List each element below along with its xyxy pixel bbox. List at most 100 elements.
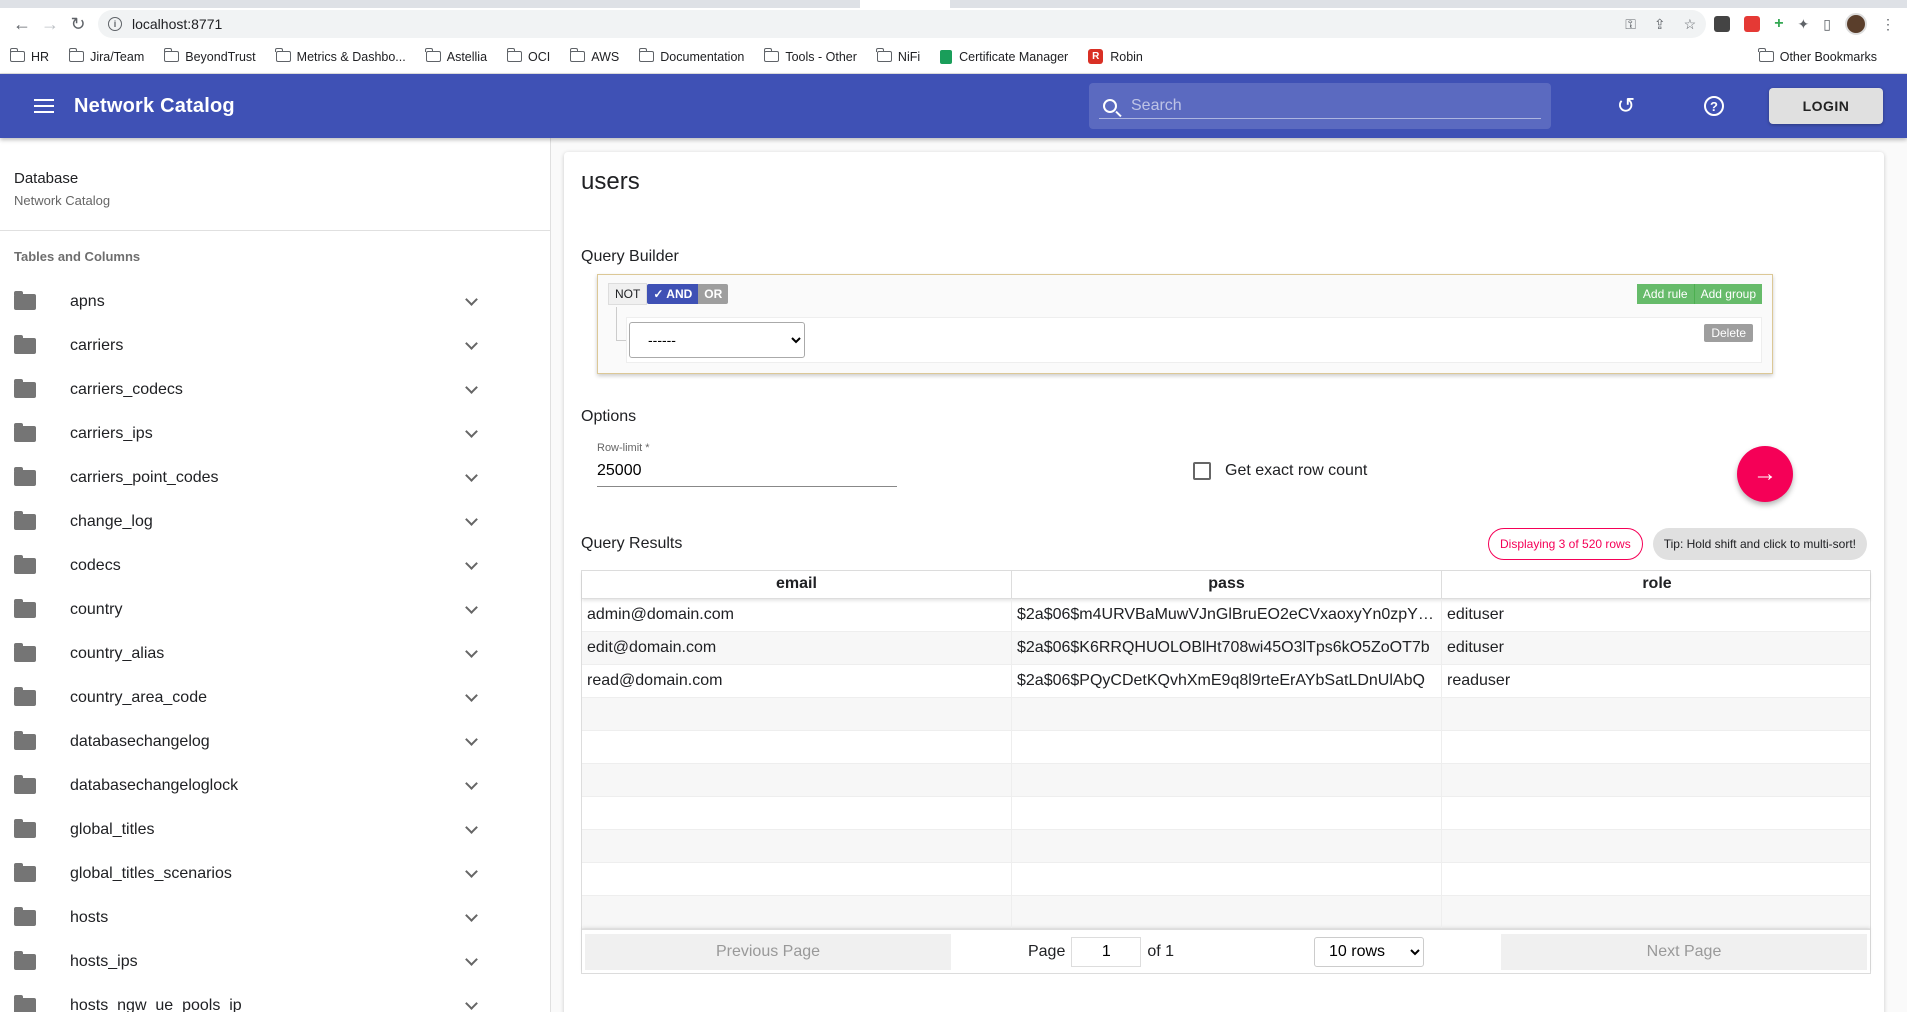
- bookmark-certificate-manager[interactable]: Certificate Manager: [940, 49, 1068, 64]
- run-query-button[interactable]: →: [1737, 446, 1793, 502]
- search-input[interactable]: [1131, 97, 1541, 115]
- empty-row: [582, 863, 1870, 896]
- qb-and-toggle[interactable]: ✓ AND: [647, 284, 699, 304]
- bookmark-other[interactable]: Other Bookmarks: [1758, 48, 1877, 64]
- chevron-down-icon[interactable]: [465, 601, 478, 614]
- table-row[interactable]: admin@domain.com $2a$06$m4URVBaMuwVJnGlBr…: [582, 599, 1870, 632]
- login-button[interactable]: LOGIN: [1769, 88, 1883, 124]
- sidebar-table-item[interactable]: apns: [0, 280, 550, 324]
- help-icon[interactable]: ?: [1704, 96, 1724, 116]
- sidebar-table-item[interactable]: country_alias: [0, 632, 550, 676]
- bookmark-folder[interactable]: Metrics & Dashbo...: [275, 48, 406, 64]
- rows-per-page-select[interactable]: 10 rows: [1314, 936, 1425, 967]
- qb-or-toggle[interactable]: OR: [698, 284, 729, 304]
- profile-avatar[interactable]: [1845, 13, 1867, 35]
- info-icon[interactable]: i: [108, 17, 122, 31]
- folder-icon: [763, 48, 780, 62]
- bookmark-folder[interactable]: Documentation: [638, 48, 744, 64]
- back-icon[interactable]: ←: [8, 10, 36, 38]
- sidebar-table-item[interactable]: codecs: [0, 544, 550, 588]
- chevron-down-icon[interactable]: [465, 953, 478, 966]
- bookmark-folder[interactable]: OCI: [506, 48, 551, 64]
- menu-kebab-icon[interactable]: ⋮: [1881, 16, 1895, 33]
- bookmark-folder[interactable]: HR: [9, 48, 49, 64]
- column-header[interactable]: role: [1442, 571, 1872, 598]
- add-rule-button[interactable]: Add rule: [1636, 284, 1694, 304]
- extension-icon[interactable]: [1744, 16, 1761, 32]
- chevron-down-icon[interactable]: [465, 909, 478, 922]
- page-number-input[interactable]: [1071, 936, 1142, 967]
- qb-delete-button[interactable]: Delete: [1704, 324, 1753, 342]
- bookmark-folder[interactable]: BeyondTrust: [163, 48, 256, 64]
- sidebar-table-item[interactable]: global_titles_scenarios: [0, 852, 550, 896]
- sidebar-table-item[interactable]: hosts: [0, 896, 550, 940]
- history-icon[interactable]: ↺: [1613, 93, 1639, 119]
- sidebar-table-item[interactable]: change_log: [0, 500, 550, 544]
- chevron-down-icon[interactable]: [465, 557, 478, 570]
- forward-icon[interactable]: →: [36, 10, 64, 38]
- bookmark-folder[interactable]: AWS: [569, 48, 619, 64]
- table-name: global_titles: [70, 821, 155, 838]
- chevron-down-icon[interactable]: [465, 997, 478, 1010]
- sidebar-table-item[interactable]: country_area_code: [0, 676, 550, 720]
- row-limit-input[interactable]: [597, 454, 897, 487]
- search-box[interactable]: [1089, 83, 1551, 129]
- active-tab[interactable]: [860, 0, 950, 8]
- key-icon[interactable]: ⚿: [1625, 16, 1636, 33]
- bookmarks-bar: HR Jira/Team BeyondTrust Metrics & Dashbo..…: [0, 40, 1907, 74]
- plus-extension-icon[interactable]: +: [1774, 15, 1783, 33]
- table-row[interactable]: read@domain.com $2a$06$PQyCDetKQvhXmE9q8l…: [582, 665, 1870, 698]
- pagination: Previous Page Page of 1 10 rows Next Pag…: [582, 929, 1870, 973]
- chevron-down-icon[interactable]: [465, 337, 478, 350]
- bookmark-label: OCI: [528, 49, 551, 64]
- table-row[interactable]: edit@domain.com $2a$06$K6RRQHUOLOBlHt708w…: [582, 632, 1870, 665]
- chevron-down-icon[interactable]: [465, 645, 478, 658]
- star-icon[interactable]: ☆: [1684, 16, 1697, 33]
- bookmark-folder[interactable]: Astellia: [425, 48, 487, 64]
- chevron-down-icon[interactable]: [465, 469, 478, 482]
- column-header[interactable]: pass: [1012, 571, 1442, 598]
- row-limit-label: Row-limit *: [597, 442, 650, 454]
- previous-page-button[interactable]: Previous Page: [585, 933, 951, 970]
- sidebar-table-item[interactable]: carriers_ips: [0, 412, 550, 456]
- table-cell: $2a$06$PQyCDetKQvhXmE9q8l9rteErAYbSatLDn…: [1012, 665, 1442, 697]
- bookmark-robin[interactable]: R Robin: [1088, 49, 1143, 64]
- column-header[interactable]: email: [582, 571, 1012, 598]
- puzzle-icon[interactable]: ✦: [1798, 16, 1810, 33]
- sidebar-table-item[interactable]: country: [0, 588, 550, 632]
- sidebar-table-item[interactable]: databasechangelog: [0, 720, 550, 764]
- sidepanel-icon[interactable]: ▯: [1823, 16, 1831, 33]
- sidebar-table-item[interactable]: carriers: [0, 324, 550, 368]
- chevron-down-icon[interactable]: [465, 293, 478, 306]
- chevron-down-icon[interactable]: [465, 689, 478, 702]
- sidebar-table-item[interactable]: databasechangeloglock: [0, 764, 550, 808]
- exact-count-checkbox[interactable]: [1193, 462, 1211, 480]
- add-group-button[interactable]: Add group: [1693, 284, 1762, 304]
- extension-icon[interactable]: [1714, 16, 1731, 32]
- chevron-down-icon[interactable]: [465, 865, 478, 878]
- sidebar-table-item[interactable]: hosts_ips: [0, 940, 550, 984]
- bookmark-folder[interactable]: Jira/Team: [68, 48, 144, 64]
- next-page-button[interactable]: Next Page: [1501, 933, 1867, 970]
- sidebar-table-item[interactable]: global_titles: [0, 808, 550, 852]
- exact-count-option[interactable]: Get exact row count: [1193, 462, 1367, 480]
- bookmark-folder[interactable]: Tools - Other: [763, 48, 857, 64]
- chevron-down-icon[interactable]: [465, 381, 478, 394]
- table-cell: edituser: [1447, 606, 1504, 623]
- qb-not-toggle[interactable]: NOT: [608, 283, 648, 305]
- table-name: databasechangeloglock: [70, 777, 239, 794]
- chevron-down-icon[interactable]: [465, 425, 478, 438]
- menu-icon[interactable]: [34, 99, 54, 113]
- sidebar-table-item[interactable]: hosts_ngw_ue_pools_ip: [0, 984, 550, 1012]
- sidebar-table-item[interactable]: carriers_codecs: [0, 368, 550, 412]
- bookmark-folder[interactable]: NiFi: [876, 48, 920, 64]
- sidebar-table-item[interactable]: carriers_point_codes: [0, 456, 550, 500]
- chevron-down-icon[interactable]: [465, 777, 478, 790]
- reload-icon[interactable]: ↻: [64, 10, 92, 38]
- address-bar[interactable]: i localhost:8771 ⚿ ⇪ ☆: [98, 10, 1707, 38]
- chevron-down-icon[interactable]: [465, 821, 478, 834]
- chevron-down-icon[interactable]: [465, 513, 478, 526]
- chevron-down-icon[interactable]: [465, 733, 478, 746]
- qb-field-select[interactable]: ------: [629, 322, 805, 358]
- share-icon[interactable]: ⇪: [1654, 16, 1666, 33]
